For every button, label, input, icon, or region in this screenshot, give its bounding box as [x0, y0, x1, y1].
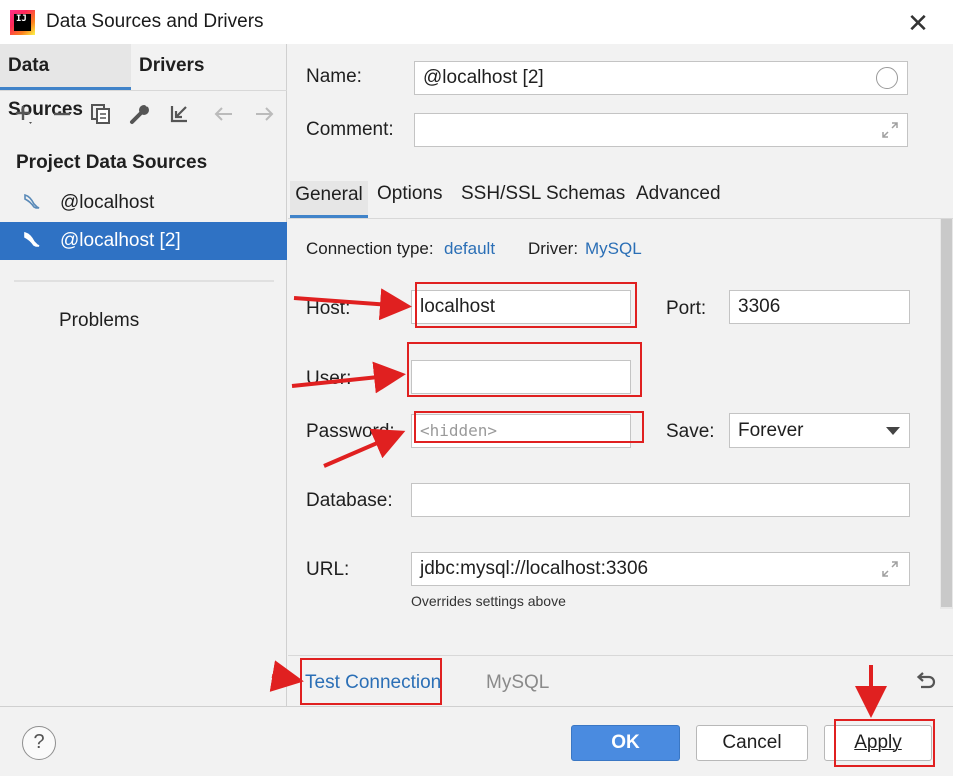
add-icon[interactable] [10, 100, 38, 128]
import-icon[interactable] [165, 100, 193, 128]
tab-drivers[interactable]: Drivers [131, 44, 221, 90]
project-data-sources-heading: Project Data Sources [16, 152, 208, 173]
mysql-driver-tab[interactable]: MySQL [486, 672, 549, 694]
name-label: Name: [306, 66, 362, 87]
app-logo-icon: IJ [10, 10, 35, 35]
tab-schemas[interactable]: Schemas [546, 181, 625, 218]
annotation-box-apply [834, 719, 935, 767]
expand-icon[interactable] [880, 559, 900, 579]
divider [14, 280, 274, 282]
close-icon[interactable]: ✕ [903, 8, 933, 38]
annotation-box-test-connection [300, 658, 442, 705]
back-arrow-icon[interactable] [210, 100, 238, 128]
driver-label: Driver: [528, 239, 579, 258]
connection-type-label: Connection type: [306, 239, 434, 258]
url-note: Overrides settings above [411, 593, 566, 609]
color-circle-icon[interactable] [876, 67, 898, 89]
annotation-box-user [407, 342, 642, 397]
cancel-button[interactable]: Cancel [696, 725, 808, 761]
divider [288, 655, 953, 656]
window-title: Data Sources and Drivers [46, 11, 264, 32]
chevron-down-icon[interactable] [886, 427, 900, 435]
help-button[interactable]: ? [22, 726, 56, 760]
dialog-footer [0, 706, 953, 776]
data-source-item-selected[interactable]: @localhost [2] [0, 222, 287, 260]
problems-item[interactable]: Problems [59, 310, 139, 332]
database-input[interactable] [411, 483, 910, 517]
forward-arrow-icon[interactable] [250, 100, 278, 128]
connection-type-link[interactable]: default [444, 239, 495, 259]
wrench-icon[interactable] [126, 100, 154, 128]
name-input[interactable]: @localhost [2] [414, 61, 908, 95]
annotation-box-host [415, 282, 637, 328]
tab-advanced[interactable]: Advanced [636, 181, 721, 218]
tab-options[interactable]: Options [377, 181, 442, 218]
password-label: Password: [306, 421, 395, 442]
remove-icon[interactable] [48, 100, 76, 128]
user-label: User: [306, 368, 352, 389]
copy-icon[interactable] [87, 100, 115, 128]
url-label: URL: [306, 559, 350, 580]
tab-ssh-ssl[interactable]: SSH/SSL [461, 181, 541, 218]
mysql-dolphin-icon [22, 193, 44, 213]
port-label: Port: [666, 298, 707, 319]
save-label: Save: [666, 421, 715, 442]
comment-input[interactable] [414, 113, 908, 147]
url-input[interactable]: jdbc:mysql://localhost:3306 [411, 552, 910, 586]
data-source-item[interactable]: @localhost [0, 184, 287, 222]
port-input[interactable]: 3306 [729, 290, 910, 324]
revert-icon[interactable] [912, 668, 938, 694]
data-source-label: @localhost [60, 192, 155, 213]
scrollbar-thumb[interactable] [941, 219, 952, 607]
ok-button[interactable]: OK [571, 725, 680, 761]
expand-icon[interactable] [880, 120, 900, 140]
data-source-label: @localhost [2] [60, 230, 181, 251]
tab-data-sources[interactable]: Data Sources [0, 44, 131, 120]
comment-label: Comment: [306, 119, 394, 140]
mysql-dolphin-icon [22, 231, 44, 251]
tab-general[interactable]: General [290, 181, 368, 218]
save-dropdown[interactable]: Forever [729, 413, 910, 448]
annotation-box-password [414, 411, 644, 443]
tabs-divider [288, 218, 953, 219]
left-panel [0, 44, 287, 706]
database-label: Database: [306, 490, 393, 511]
driver-link[interactable]: MySQL [585, 239, 642, 259]
host-label: Host: [306, 298, 351, 319]
toolbar-divider [0, 90, 287, 91]
